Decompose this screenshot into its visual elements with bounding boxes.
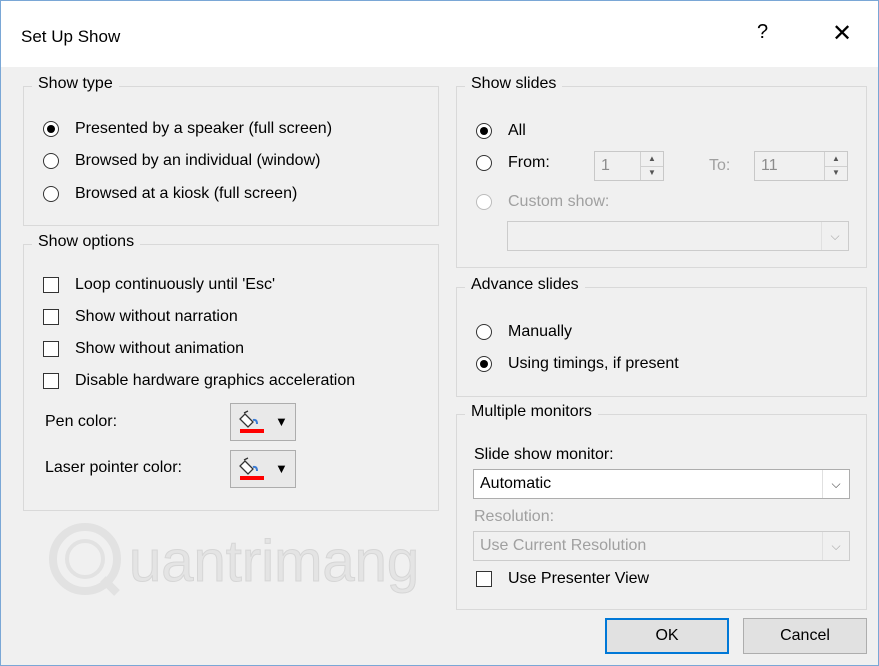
- help-button[interactable]: ?: [757, 21, 777, 49]
- slide-show-monitor-dropdown[interactable]: Automatic ⌵: [473, 469, 850, 499]
- show-options-title: Show options: [32, 233, 141, 251]
- laser-pointer-color-button[interactable]: ▼: [230, 450, 296, 488]
- checkbox[interactable]: [43, 309, 59, 325]
- from-slide-value: 1: [601, 157, 610, 174]
- checkbox-label: Use Presenter View: [508, 570, 650, 587]
- radio-button[interactable]: [476, 194, 492, 210]
- cancel-button[interactable]: Cancel: [743, 618, 867, 654]
- dialog-title: Set Up Show: [21, 27, 121, 46]
- show-type-title: Show type: [32, 75, 119, 93]
- close-button[interactable]: ✕: [827, 19, 857, 49]
- checkbox-use-presenter-view[interactable]: Use Presenter View: [476, 570, 649, 588]
- spinner-arrows: ▲ ▼: [640, 152, 663, 180]
- watermark-logo: uantrimang: [49, 523, 420, 596]
- radio-using-timings[interactable]: Using timings, if present: [476, 355, 679, 373]
- radio-label: All: [508, 122, 526, 139]
- spin-down-icon[interactable]: ▼: [641, 166, 663, 180]
- checkbox-label: Show without narration: [75, 308, 238, 325]
- radio-button[interactable]: [476, 356, 492, 372]
- spin-down-icon[interactable]: ▼: [825, 166, 847, 180]
- radio-button[interactable]: [476, 324, 492, 340]
- checkbox[interactable]: [43, 277, 59, 293]
- radio-browsed-at-kiosk[interactable]: Browsed at a kiosk (full screen): [43, 185, 297, 203]
- resolution-label: Resolution:: [474, 508, 555, 525]
- caret-down-icon: ▼: [275, 461, 288, 476]
- to-slide-value: 11: [761, 157, 778, 174]
- radio-label: Custom show:: [508, 193, 610, 210]
- radio-button[interactable]: [43, 153, 59, 169]
- title-bar: Set Up Show ? ✕: [1, 1, 878, 67]
- radio-label: Presented by a speaker (full screen): [75, 120, 333, 137]
- radio-presented-by-speaker[interactable]: Presented by a speaker (full screen): [43, 120, 332, 138]
- multiple-monitors-title: Multiple monitors: [465, 403, 598, 421]
- radio-label: Browsed at a kiosk (full screen): [75, 185, 298, 202]
- laser-pointer-color-label: Laser pointer color:: [45, 459, 182, 476]
- chevron-down-icon: ⌵: [822, 532, 849, 560]
- checkbox-show-without-animation[interactable]: Show without animation: [43, 340, 244, 358]
- slide-show-monitor-label-row: Slide show monitor:: [474, 446, 614, 464]
- checkbox-label: Show without animation: [75, 340, 244, 357]
- radio-button[interactable]: [476, 155, 492, 171]
- from-slide-spinner[interactable]: 1 ▲ ▼: [594, 151, 664, 181]
- to-slide-spinner[interactable]: 11 ▲ ▼: [754, 151, 848, 181]
- to-label-row: To:: [709, 157, 730, 175]
- advance-slides-group: Advance slides: [456, 276, 867, 397]
- to-label: To:: [709, 157, 731, 174]
- radio-manually[interactable]: Manually: [476, 323, 572, 341]
- slide-show-monitor-label: Slide show monitor:: [474, 446, 614, 463]
- radio-button[interactable]: [476, 123, 492, 139]
- radio-label: Using timings, if present: [508, 355, 679, 372]
- radio-button[interactable]: [43, 121, 59, 137]
- chevron-down-icon: ⌵: [822, 470, 849, 498]
- radio-label: Browsed by an individual (window): [75, 152, 321, 169]
- slide-show-monitor-value: Automatic: [480, 475, 552, 492]
- checkbox-loop-continuously[interactable]: Loop continuously until 'Esc': [43, 276, 275, 294]
- checkbox-label: Disable hardware graphics acceleration: [75, 372, 356, 389]
- radio-label: Manually: [508, 323, 573, 340]
- checkbox-label: Loop continuously until 'Esc': [75, 276, 276, 293]
- radio-all-slides[interactable]: All: [476, 122, 526, 140]
- checkbox-show-without-narration[interactable]: Show without narration: [43, 308, 238, 326]
- radio-button[interactable]: [43, 186, 59, 202]
- checkbox[interactable]: [43, 373, 59, 389]
- caret-down-icon: ▼: [275, 414, 288, 429]
- radio-from-slides[interactable]: From:: [476, 154, 550, 172]
- paint-bucket-icon: [239, 457, 264, 480]
- pen-color-button[interactable]: ▼: [230, 403, 296, 441]
- spinner-arrows: ▲ ▼: [824, 152, 847, 180]
- paint-bucket-icon: [239, 410, 264, 433]
- custom-show-dropdown[interactable]: ⌵: [507, 221, 849, 251]
- laser-color-label-row: Laser pointer color:: [45, 459, 182, 477]
- checkbox-disable-hardware-acceleration[interactable]: Disable hardware graphics acceleration: [43, 372, 355, 390]
- show-slides-title: Show slides: [465, 75, 563, 93]
- pen-color-label: Pen color:: [45, 413, 118, 430]
- ok-button[interactable]: OK: [605, 618, 729, 654]
- chevron-down-icon: ⌵: [821, 222, 848, 250]
- set-up-show-dialog: Set Up Show ? ✕ Show type Presented by a…: [0, 0, 879, 666]
- checkbox[interactable]: [43, 341, 59, 357]
- spin-up-icon[interactable]: ▲: [641, 152, 663, 167]
- resolution-value: Use Current Resolution: [480, 537, 647, 554]
- checkbox[interactable]: [476, 571, 492, 587]
- radio-label: From:: [508, 154, 550, 171]
- resolution-dropdown[interactable]: Use Current Resolution ⌵: [473, 531, 850, 561]
- radio-browsed-by-individual[interactable]: Browsed by an individual (window): [43, 152, 320, 170]
- radio-custom-show[interactable]: Custom show:: [476, 193, 609, 211]
- resolution-label-row: Resolution:: [474, 508, 554, 526]
- advance-slides-title: Advance slides: [465, 276, 585, 294]
- spin-up-icon[interactable]: ▲: [825, 152, 847, 167]
- pen-color-label-row: Pen color:: [45, 413, 117, 431]
- svg-text:uantrimang: uantrimang: [129, 529, 419, 594]
